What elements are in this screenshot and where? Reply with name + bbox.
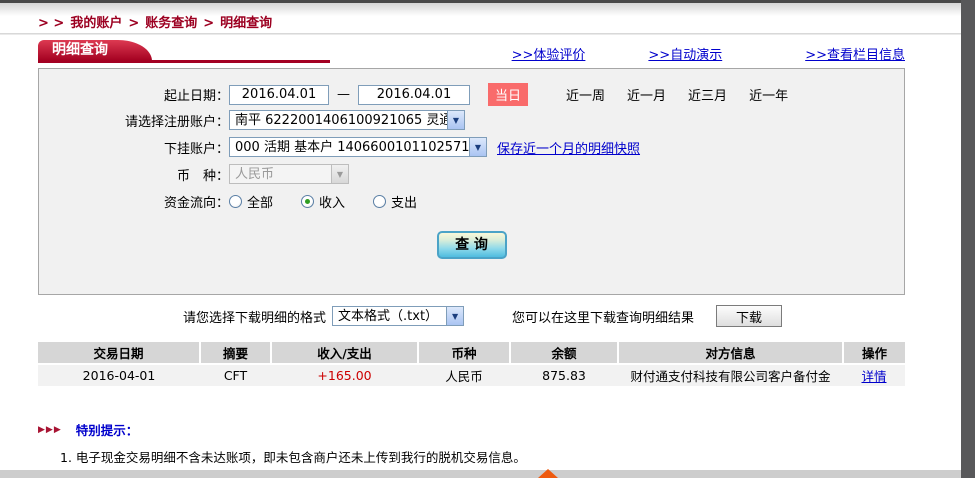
chevron-down-icon[interactable]: ▼ (446, 307, 463, 325)
link-experience-rating[interactable]: >>体验评价 (512, 44, 586, 63)
transactions-table: 交易日期 摘要 收入/支出 币种 余额 对方信息 操作 2016-04-01 C… (38, 342, 905, 386)
sub-account-row: 下挂账户： 000 活期 基本户 1406600101102571848 ▼ 保… (39, 137, 904, 157)
breadcrumb-separator: > (203, 16, 214, 31)
query-form-panel: 起止日期： — 当日 近一周 近一月 近三月 近一年 请选择注册账户： 南平 6… (38, 68, 905, 295)
date-from-input[interactable] (229, 85, 329, 105)
date-to-input[interactable] (358, 85, 470, 105)
notice-title: 特别提示： (76, 420, 139, 439)
today-badge[interactable]: 当日 (488, 83, 528, 106)
download-format-value: 文本格式（.txt） (333, 307, 446, 325)
cell-currency: 人民币 (418, 364, 510, 386)
query-button-row: 查 询 (39, 231, 904, 259)
radio-icon[interactable] (373, 195, 386, 208)
chevron-down-icon[interactable]: ▼ (469, 138, 486, 156)
query-button[interactable]: 查 询 (437, 231, 507, 259)
flow-option-expense[interactable]: 支出 (373, 192, 417, 211)
quick-range-week[interactable]: 近一周 (566, 85, 605, 104)
col-header-currency: 币种 (418, 342, 510, 364)
notice-arrows-icon: ▶▶▶ (38, 425, 62, 435)
flow-option-expense-label: 支出 (391, 192, 417, 211)
download-button[interactable]: 下载 (716, 305, 782, 327)
link-view-column-info[interactable]: >>查看栏目信息 (805, 44, 905, 63)
fund-flow-row: 资金流向： 全部 收入 支出 (39, 192, 904, 211)
header-links: >>体验评价 >>自动演示 >>查看栏目信息 (38, 44, 905, 63)
download-format-label: 请您选择下载明细的格式 (183, 307, 326, 326)
quick-range-month[interactable]: 近一月 (627, 85, 666, 104)
window-right-edge (961, 0, 975, 478)
link-auto-demo[interactable]: >>自动演示 (648, 44, 722, 63)
flow-option-income-label: 收入 (319, 192, 345, 211)
page-bottom-arrow-icon (538, 469, 558, 478)
register-account-select[interactable]: 南平 6222001406100921065 灵通卡 ▼ (229, 110, 465, 130)
currency-value: 人民币 (230, 165, 331, 183)
quick-range-year[interactable]: 近一年 (749, 85, 788, 104)
chevron-down-icon: ▼ (331, 165, 348, 183)
col-header-balance: 余额 (510, 342, 618, 364)
breadcrumb-item-my-account[interactable]: 我的账户 (70, 16, 122, 31)
notice-item-1: 1. 电子现金交易明细不含未达账项，即未包含商户还未上传到我行的脱机交易信息。 (60, 447, 918, 466)
flow-option-all-label: 全部 (247, 192, 273, 211)
download-hint: 您可以在这里下载查询明细结果 (512, 307, 694, 326)
register-account-value: 南平 6222001406100921065 灵通卡 (230, 111, 447, 129)
register-account-label: 请选择注册账户： (39, 111, 229, 130)
col-header-date: 交易日期 (38, 342, 200, 364)
chevron-down-icon[interactable]: ▼ (447, 111, 464, 129)
radio-icon[interactable] (301, 195, 314, 208)
flow-option-income[interactable]: 收入 (301, 192, 345, 211)
detail-link[interactable]: 详情 (861, 369, 886, 384)
col-header-amount: 收入/支出 (271, 342, 418, 364)
quick-range-quarter[interactable]: 近三月 (688, 85, 727, 104)
breadcrumb-prefix: > > (38, 16, 64, 31)
table-header-row: 交易日期 摘要 收入/支出 币种 余额 对方信息 操作 (38, 342, 905, 364)
sub-account-select[interactable]: 000 活期 基本户 1406600101102571848 ▼ (229, 137, 487, 157)
register-account-row: 请选择注册账户： 南平 6222001406100921065 灵通卡 ▼ (39, 110, 904, 130)
date-separator: — (337, 87, 350, 102)
cell-counterparty: 财付通支付科技有限公司客户备付金 (618, 364, 843, 386)
page-bottom-band (0, 470, 961, 478)
breadcrumb-separator: > (128, 16, 139, 31)
currency-row: 币 种： 人民币 ▼ (39, 164, 904, 184)
table-row: 2016-04-01 CFT +165.00 人民币 875.83 财付通支付科… (38, 364, 905, 386)
notice-header: ▶▶▶ 特别提示： (38, 420, 918, 439)
breadcrumb-item-account-query[interactable]: 账务查询 (145, 16, 197, 31)
cell-date: 2016-04-01 (38, 364, 200, 386)
cell-amount: +165.00 (271, 364, 418, 386)
date-range-row: 起止日期： — 当日 近一周 近一月 近三月 近一年 (39, 83, 904, 106)
col-header-action: 操作 (843, 342, 905, 364)
fund-flow-label: 资金流向： (39, 192, 229, 211)
download-format-select[interactable]: 文本格式（.txt） ▼ (332, 306, 464, 326)
radio-icon[interactable] (229, 195, 242, 208)
currency-label: 币 种： (39, 165, 229, 184)
date-range-label: 起止日期： (39, 85, 229, 104)
download-row: 请您选择下载明细的格式 文本格式（.txt） ▼ 您可以在这里下载查询明细结果 … (38, 305, 905, 327)
col-header-counterparty: 对方信息 (618, 342, 843, 364)
sub-account-value: 000 活期 基本户 1406600101102571848 (230, 138, 469, 156)
breadcrumb-divider (0, 33, 961, 35)
tab-detail-query: 明细查询 (38, 40, 118, 61)
flow-option-all[interactable]: 全部 (229, 192, 273, 211)
breadcrumb: > > 我的账户 > 账务查询 > 明细查询 (38, 12, 278, 31)
detail-query-page: > > 我的账户 > 账务查询 > 明细查询 明细查询 >>体验评价 >>自动演示 >>查… (0, 0, 975, 478)
save-snapshot-link[interactable]: 保存近一个月的明细快照 (497, 138, 640, 157)
currency-select: 人民币 ▼ (229, 164, 349, 184)
col-header-summary: 摘要 (200, 342, 271, 364)
cell-balance: 875.83 (510, 364, 618, 386)
cell-summary: CFT (200, 364, 271, 386)
breadcrumb-item-detail-query[interactable]: 明细查询 (220, 16, 272, 31)
sub-account-label: 下挂账户： (39, 138, 229, 157)
